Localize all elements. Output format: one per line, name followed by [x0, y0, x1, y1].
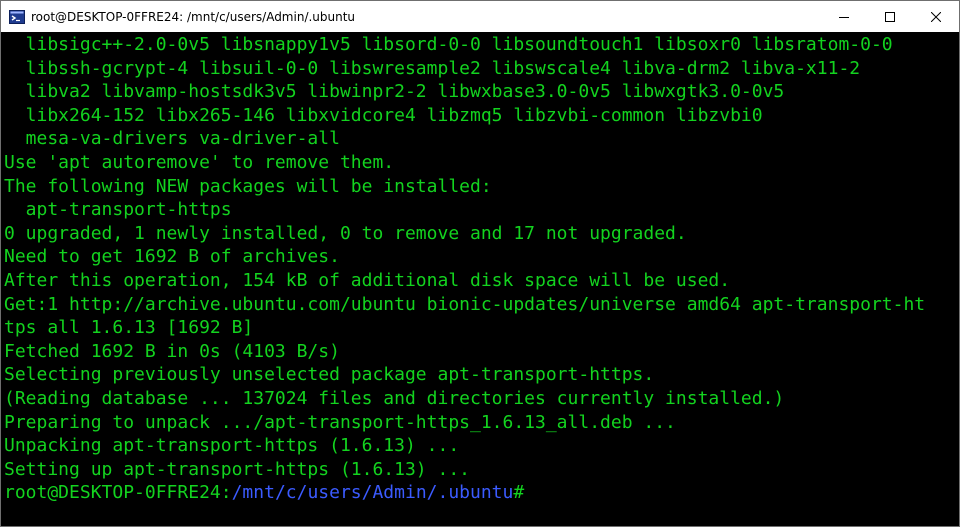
- terminal-line: (Reading database ... 137024 files and d…: [4, 387, 785, 409]
- terminal-output[interactable]: libsigc++-2.0-0v5 libsnappy1v5 libsord-0…: [1, 33, 959, 526]
- terminal-line: Setting up apt-transport-https (1.6.13) …: [4, 458, 470, 480]
- terminal-line: After this operation, 154 kB of addition…: [4, 269, 731, 291]
- shell-prompt[interactable]: root@DESKTOP-0FFRE24:/mnt/c/users/Admin/…: [4, 481, 959, 505]
- terminal-line: The following NEW packages will be insta…: [4, 175, 492, 197]
- terminal-line: mesa-va-drivers va-driver-all: [4, 128, 340, 150]
- terminal-line: 0 upgraded, 1 newly installed, 0 to remo…: [4, 222, 687, 244]
- terminal-line: Unpacking apt-transport-https (1.6.13) .…: [4, 435, 460, 457]
- window-title: root@DESKTOP-0FFRE24: /mnt/c/users/Admin…: [31, 9, 356, 24]
- prompt-symbol: #: [513, 482, 525, 504]
- terminal-line: libva2 libvamp-hostsdk3v5 libwinpr2-2 li…: [4, 81, 785, 103]
- terminal-line: Preparing to unpack .../apt-transport-ht…: [4, 411, 676, 433]
- minimize-icon: [839, 16, 849, 18]
- close-icon: [931, 11, 941, 22]
- maximize-icon: [885, 11, 895, 22]
- window-controls: [821, 1, 959, 32]
- terminal-line: Need to get 1692 B of archives.: [4, 246, 340, 268]
- terminal-line: apt-transport-https: [4, 199, 232, 221]
- close-button[interactable]: [913, 1, 959, 32]
- terminal-app-icon[interactable]: [9, 9, 25, 25]
- maximize-button[interactable]: [867, 1, 913, 32]
- terminal-window: root@DESKTOP-0FFRE24: /mnt/c/users/Admin…: [0, 0, 960, 527]
- minimize-button[interactable]: [821, 1, 867, 32]
- prompt-path: /mnt/c/users/Admin/.ubuntu: [231, 482, 514, 504]
- terminal-line: libsigc++-2.0-0v5 libsnappy1v5 libsord-0…: [4, 34, 893, 55]
- terminal-line: tps all 1.6.13 [1692 B]: [4, 317, 254, 339]
- terminal-line: libx264-152 libx265-146 libxvidcore4 lib…: [4, 104, 763, 126]
- terminal-line: libssh-gcrypt-4 libsuil-0-0 libswresampl…: [4, 57, 861, 79]
- terminal-line: Selecting previously unselected package …: [4, 364, 655, 386]
- terminal-line: Get:1 http://archive.ubuntu.com/ubuntu b…: [4, 293, 926, 315]
- prompt-separator: :: [220, 482, 232, 504]
- terminal-line: Use 'apt autoremove' to remove them.: [4, 151, 395, 173]
- title-bar[interactable]: root@DESKTOP-0FFRE24: /mnt/c/users/Admin…: [1, 1, 959, 32]
- prompt-user-host: root@DESKTOP-0FFRE24: [4, 482, 221, 504]
- terminal-line: Fetched 1692 B in 0s (4103 B/s): [4, 340, 340, 362]
